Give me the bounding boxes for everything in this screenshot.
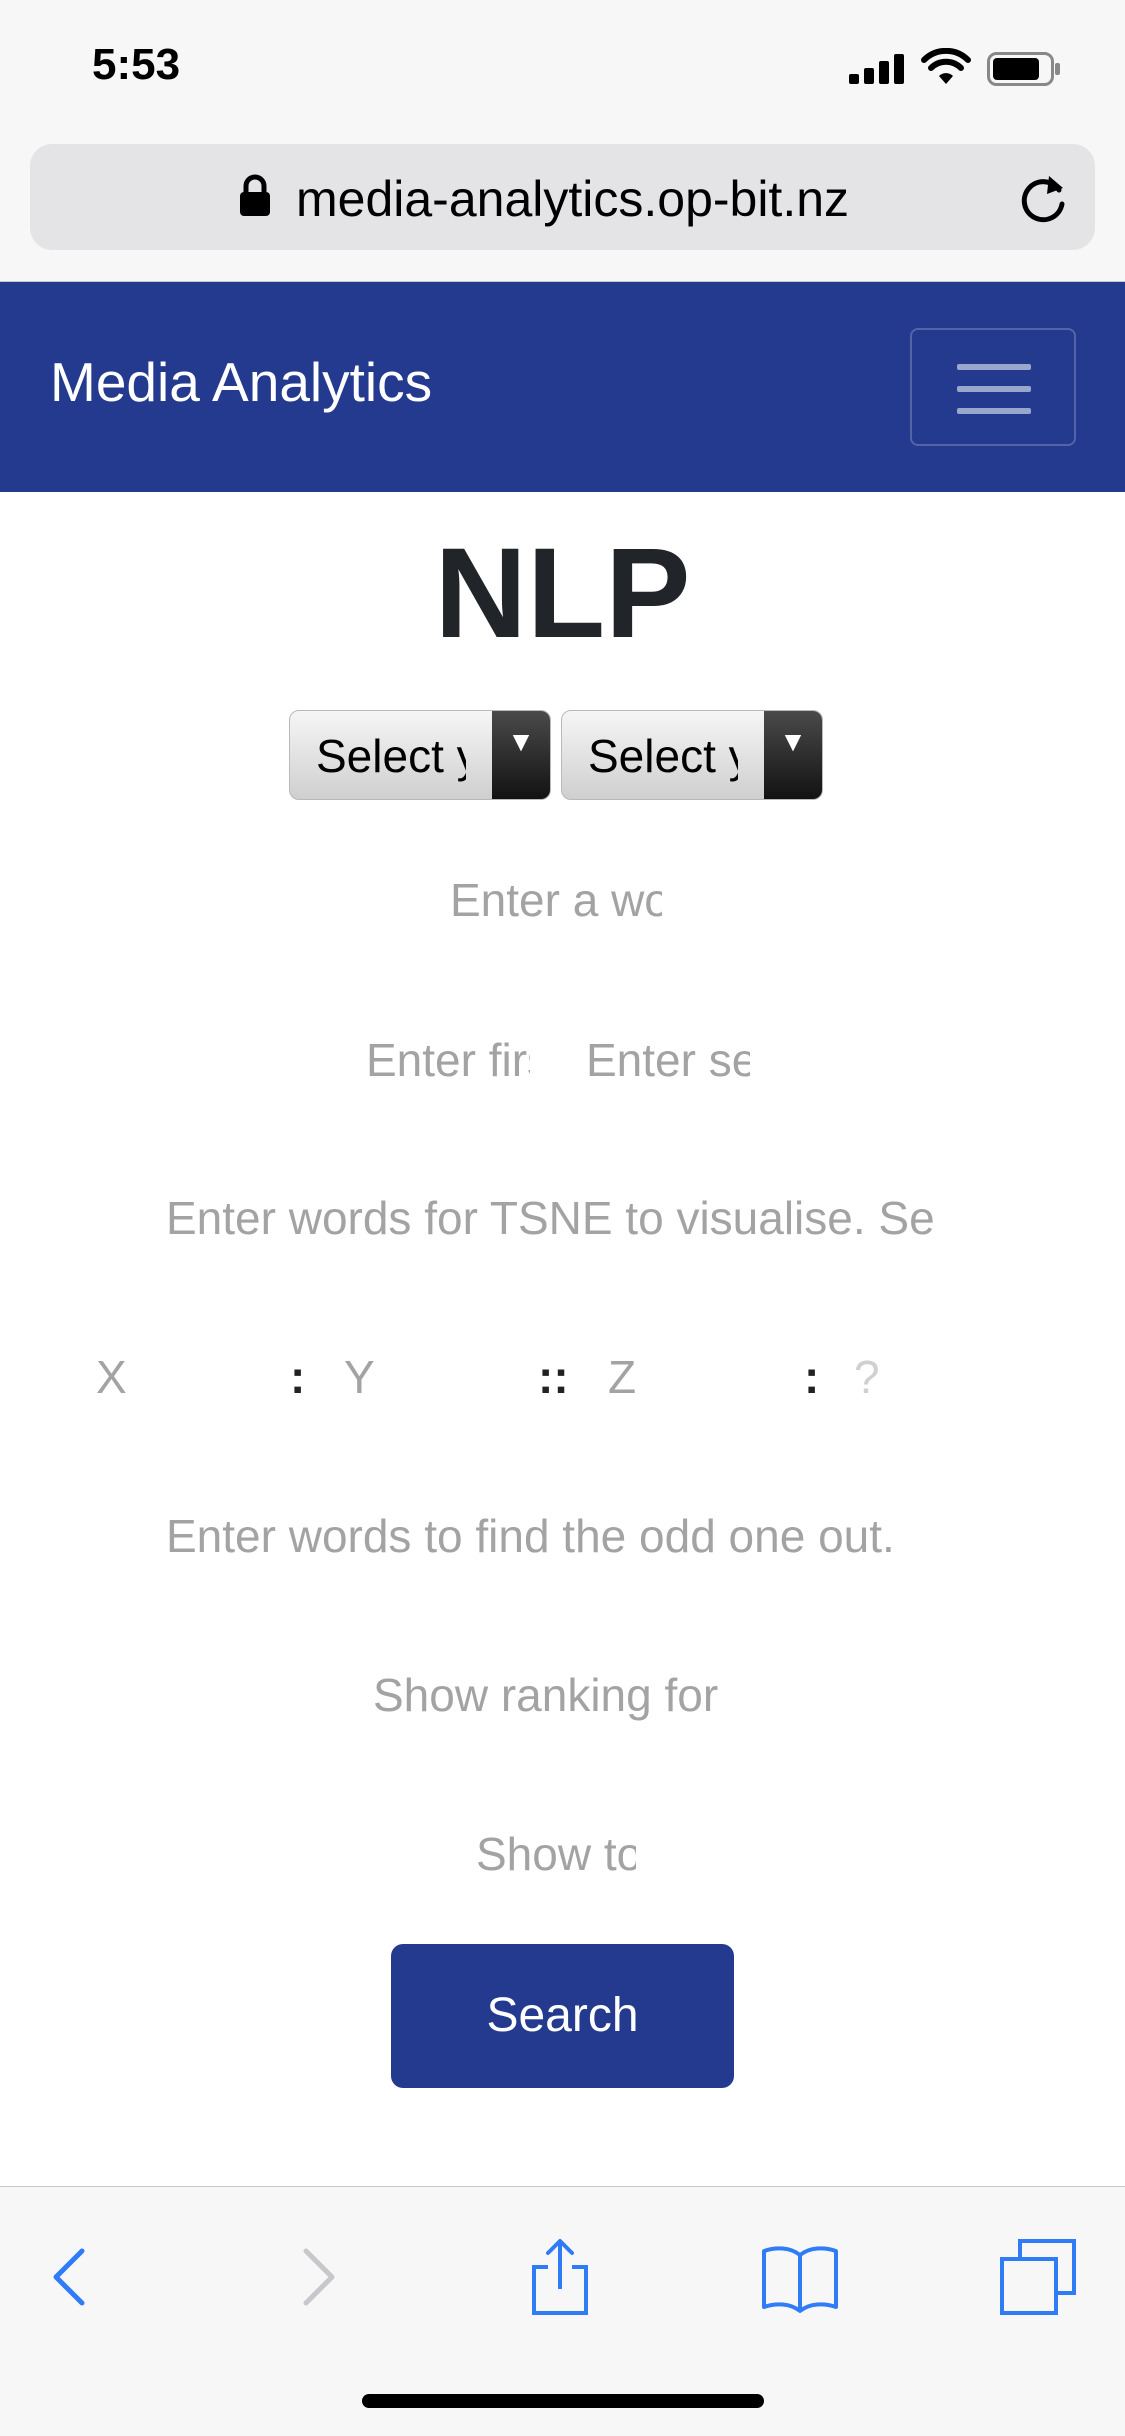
back-arrow-icon[interactable]	[32, 2237, 112, 2317]
wifi-icon	[921, 48, 971, 84]
analogy-z-input[interactable]: Z	[608, 1337, 788, 1417]
word-input[interactable]: Enter a word	[450, 860, 662, 940]
first-word-input[interactable]: Enter first	[366, 1020, 530, 1100]
bookmarks-icon[interactable]	[760, 2237, 840, 2317]
analogy-y-input[interactable]: Y	[344, 1337, 524, 1417]
status-time: 5:53	[92, 40, 181, 89]
cellular-signal-icon	[849, 54, 905, 84]
forward-arrow-icon[interactable]	[276, 2237, 356, 2317]
reload-icon[interactable]	[1017, 170, 1071, 226]
show-top-input[interactable]: Show to	[476, 1814, 636, 1894]
triangle-down-icon: ▼	[764, 711, 822, 799]
analogy-separator: :	[804, 1351, 820, 1403]
url-text: media-analytics.op-bit.nz	[296, 171, 850, 227]
select-value: Select y	[316, 730, 466, 782]
search-button[interactable]: Search	[391, 1944, 734, 2088]
address-bar[interactable]: media-analytics.op-bit.nz	[30, 144, 1095, 250]
share-icon[interactable]	[520, 2237, 600, 2317]
lock-icon	[240, 174, 270, 216]
home-indicator	[362, 2394, 764, 2408]
analogy-separator: ::	[538, 1351, 569, 1403]
odd-one-out-input[interactable]: Enter words to find the odd one out.	[166, 1496, 956, 1576]
model-select-2[interactable]: Select y ▼	[561, 710, 823, 800]
second-word-input[interactable]: Enter second	[586, 1020, 750, 1100]
browser-address-area: media-analytics.op-bit.nz	[0, 140, 1125, 282]
tsne-input[interactable]: Enter words for TSNE to visualise. Se	[166, 1178, 946, 1258]
navbar: Media Analytics	[0, 282, 1125, 492]
analogy-result: ?	[854, 1351, 880, 1403]
analogy-x-input[interactable]: X	[96, 1337, 276, 1417]
select-value: Select y	[588, 730, 738, 782]
menu-toggle-button[interactable]	[910, 328, 1076, 446]
ranking-input[interactable]: Show ranking for	[373, 1655, 753, 1735]
navbar-brand[interactable]: Media Analytics	[50, 350, 432, 414]
model-select-1[interactable]: Select y ▼	[289, 710, 551, 800]
status-bar: 5:53	[0, 0, 1125, 140]
hamburger-icon	[957, 364, 1031, 370]
battery-icon	[987, 52, 1060, 86]
triangle-down-icon: ▼	[492, 711, 550, 799]
tabs-icon[interactable]	[998, 2237, 1078, 2317]
analogy-separator: :	[290, 1351, 306, 1403]
page-title: NLP	[434, 522, 691, 665]
status-icons	[849, 48, 1079, 88]
